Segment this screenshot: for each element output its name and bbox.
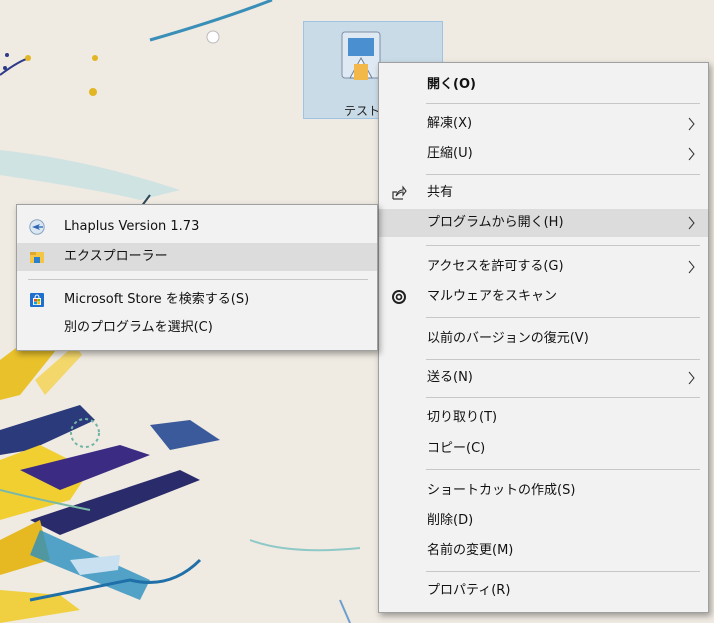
menu-item-label: マルウェアをスキャン <box>427 289 558 304</box>
menu-item-label: 解凍(X) <box>427 116 473 131</box>
menu-item-open-with[interactable]: プログラムから開く(H) <box>379 209 708 237</box>
open-with-submenu: Lhaplus Version 1.73 エクスプローラー Microsoft … <box>16 204 378 351</box>
menu-item-label: 送る(N) <box>427 370 473 385</box>
menu-item-delete[interactable]: 削除(D) <box>379 507 708 535</box>
menu-item-label: 名前の変更(M) <box>427 543 514 558</box>
submenu-item-label: エクスプローラー <box>64 249 168 264</box>
menu-item-label: プログラムから開く(H) <box>427 215 564 230</box>
menu-item-label: 以前のバージョンの復元(V) <box>427 331 589 346</box>
explorer-folder-icon <box>30 252 44 263</box>
chevron-right-icon <box>688 260 695 274</box>
menu-separator <box>426 359 700 360</box>
menu-separator <box>426 103 700 104</box>
menu-item-properties[interactable]: プロパティ(R) <box>379 577 708 605</box>
chevron-right-icon <box>688 216 695 230</box>
desktop-icon-label: テスト <box>344 104 381 118</box>
menu-item-open[interactable]: 開く(O) <box>379 71 708 99</box>
menu-item-extract[interactable]: 解凍(X) <box>379 110 708 138</box>
menu-separator <box>426 317 700 318</box>
submenu-item-label: Lhaplus Version 1.73 <box>64 219 200 234</box>
menu-item-scan-malware[interactable]: マルウェアをスキャン <box>379 283 708 311</box>
microsoft-store-icon <box>30 293 44 307</box>
menu-item-label: 共有 <box>427 185 454 200</box>
submenu-item-label: Microsoft Store を検索する(S) <box>64 292 250 307</box>
chevron-right-icon <box>688 371 695 385</box>
chevron-right-icon <box>688 117 695 131</box>
menu-item-give-access[interactable]: アクセスを許可する(G) <box>379 253 708 281</box>
menu-item-cut[interactable]: 切り取り(T) <box>379 404 708 432</box>
menu-item-label: 開く(O) <box>427 77 476 92</box>
menu-item-label: ショートカットの作成(S) <box>427 483 576 498</box>
submenu-item-lhaplus[interactable]: Lhaplus Version 1.73 <box>17 213 377 241</box>
submenu-item-microsoft-store[interactable]: Microsoft Store を検索する(S) <box>17 286 377 314</box>
submenu-item-choose-another-app[interactable]: 別のプログラムを選択(C) <box>17 314 377 342</box>
menu-item-share[interactable]: 共有 <box>379 179 708 207</box>
menu-item-label: アクセスを許可する(G) <box>427 259 564 274</box>
antivirus-scan-icon <box>392 290 406 304</box>
menu-item-send-to[interactable]: 送る(N) <box>379 364 708 392</box>
menu-separator <box>426 469 700 470</box>
menu-item-compress[interactable]: 圧縮(U) <box>379 140 708 168</box>
context-menu: 開く(O) 解凍(X) 圧縮(U) 共有 プログラムから開く(H) アクセスを許… <box>378 62 709 613</box>
menu-item-label: 削除(D) <box>427 513 474 528</box>
chevron-right-icon <box>688 147 695 161</box>
submenu-item-label: 別のプログラムを選択(C) <box>64 320 213 335</box>
menu-separator <box>426 174 700 175</box>
lhaplus-icon <box>29 219 45 235</box>
menu-item-label: 圧縮(U) <box>427 146 473 161</box>
menu-item-create-shortcut[interactable]: ショートカットの作成(S) <box>379 477 708 505</box>
share-icon <box>392 185 407 200</box>
menu-item-restore-previous-versions[interactable]: 以前のバージョンの復元(V) <box>379 325 708 353</box>
menu-item-label: コピー(C) <box>427 441 486 456</box>
menu-item-label: 切り取り(T) <box>427 410 498 425</box>
menu-separator <box>426 397 700 398</box>
menu-separator <box>426 571 700 572</box>
menu-separator <box>426 245 700 246</box>
menu-item-rename[interactable]: 名前の変更(M) <box>379 537 708 565</box>
submenu-item-explorer[interactable]: エクスプローラー <box>17 243 377 271</box>
menu-separator <box>28 279 368 280</box>
menu-item-label: プロパティ(R) <box>427 583 511 598</box>
menu-item-copy[interactable]: コピー(C) <box>379 435 708 463</box>
